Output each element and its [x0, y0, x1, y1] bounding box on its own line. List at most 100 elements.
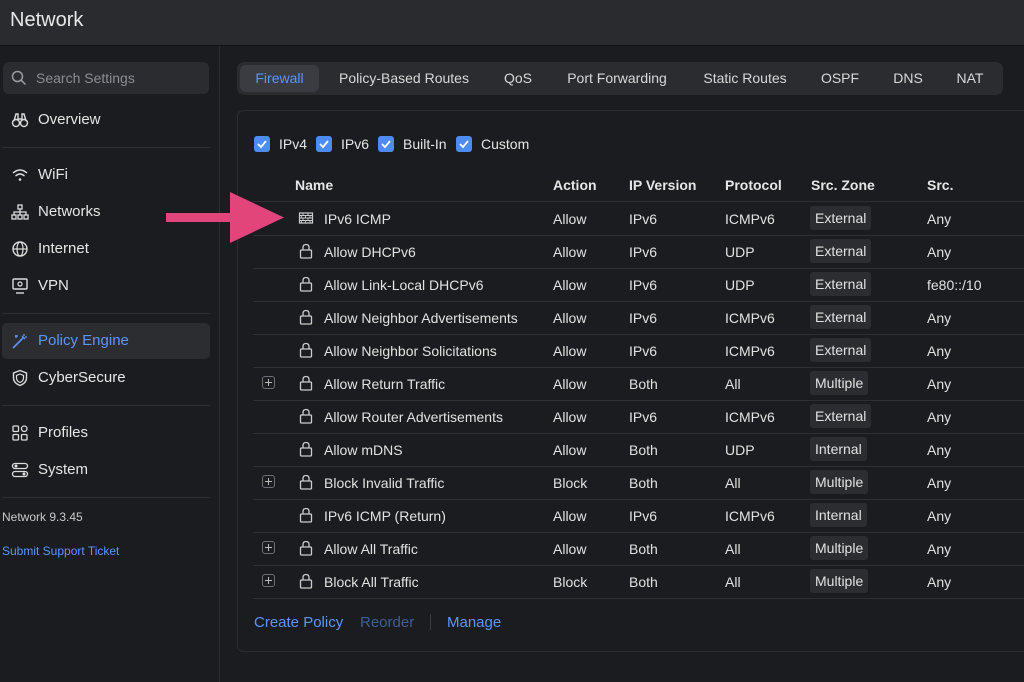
tab-ospf[interactable]: OSPF	[811, 62, 869, 95]
rule-protocol: All	[725, 376, 741, 392]
checkbox-checked[interactable]	[316, 136, 332, 152]
tab-nat[interactable]: NAT	[946, 62, 994, 95]
rule-src-zone-badge: Internal	[810, 437, 867, 461]
rule-src: Any	[927, 376, 952, 392]
rule-name: Allow Link-Local DHCPv6	[324, 277, 484, 293]
rule-src: Any	[927, 244, 952, 260]
column-header-ip-version[interactable]: IP Version	[629, 177, 696, 193]
tab-static-routes[interactable]: Static Routes	[693, 62, 797, 95]
expand-icon[interactable]	[262, 376, 275, 389]
column-header-protocol[interactable]: Protocol	[725, 177, 782, 193]
expand-icon[interactable]	[262, 541, 275, 554]
checkbox-checked[interactable]	[456, 136, 472, 152]
lock-icon	[299, 408, 313, 424]
rule-ip-version: IPv6	[629, 277, 658, 293]
filter-label: IPv6	[341, 136, 370, 152]
rule-src: Any	[927, 211, 952, 227]
lock-icon	[299, 276, 313, 292]
table-row[interactable]: Allow Router Advertisements Allow IPv6 ICMP…	[253, 400, 1024, 433]
tab-firewall[interactable]: Firewall	[240, 65, 319, 92]
firewall-icon	[298, 212, 314, 224]
expand-icon[interactable]	[262, 574, 275, 587]
sidebar-item-vpn[interactable]: VPN	[2, 268, 210, 304]
column-header-action[interactable]: Action	[553, 177, 597, 193]
sidebar-item-profiles[interactable]: Profiles	[2, 415, 210, 451]
manage-link[interactable]: Manage	[447, 614, 501, 631]
table-row[interactable]: Allow mDNS Allow Both UDP Internal Any	[253, 433, 1024, 466]
table-row[interactable]: Allow Neighbor Advertisements Allow IPv6 IC…	[253, 301, 1024, 334]
rule-action: Allow	[553, 310, 587, 326]
table-row[interactable]: Allow Link-Local DHCPv6 Allow IPv6 UDP Exter…	[253, 268, 1024, 301]
sidebar-item-policy-engine[interactable]: Policy Engine	[2, 323, 210, 359]
column-header-src-zone[interactable]: Src. Zone	[811, 177, 875, 193]
rule-ip-version: Both	[629, 442, 658, 458]
lock-icon	[299, 507, 313, 523]
tab-dns[interactable]: DNS	[884, 62, 932, 95]
rule-protocol: ICMPv6	[725, 343, 775, 359]
profiles-grid-icon	[12, 425, 28, 441]
rule-src: Any	[927, 343, 952, 359]
rule-action: Block	[553, 475, 588, 491]
reorder-link[interactable]: Reorder	[360, 614, 414, 631]
tab-qos[interactable]: QoS	[493, 62, 543, 95]
sidebar-item-label: System	[38, 461, 89, 478]
row-divider	[253, 598, 1024, 599]
globe-icon	[12, 241, 28, 257]
rule-ip-version: IPv6	[629, 343, 658, 359]
rule-src: Any	[927, 310, 952, 326]
sidebar-item-cybersecure[interactable]: CyberSecure	[2, 360, 210, 396]
wifi-icon	[12, 169, 28, 181]
column-header-name[interactable]: Name	[295, 177, 333, 193]
rule-protocol: All	[725, 475, 741, 491]
rule-name: Block All Traffic	[324, 574, 419, 590]
table-row[interactable]: Block All Traffic Block Both All Multiple Any	[253, 565, 1024, 598]
sidebar-item-system[interactable]: System	[2, 452, 210, 488]
table-row[interactable]: IPv6 ICMP (Return) Allow IPv6 ICMPv6 Interna…	[253, 499, 1024, 532]
rule-ip-version: IPv6	[629, 211, 658, 227]
rule-src: fe80::/10	[927, 277, 982, 293]
lock-icon	[299, 243, 313, 259]
rule-src: Any	[927, 475, 952, 491]
rule-name: IPv6 ICMP (Return)	[324, 508, 446, 524]
submit-support-ticket-link[interactable]: Submit Support Ticket	[2, 544, 119, 558]
table-row[interactable]: Allow DHCPv6 Allow IPv6 UDP External Any	[253, 235, 1024, 268]
sidebar-item-label: CyberSecure	[38, 369, 126, 386]
table-row[interactable]: Allow All Traffic Allow Both All Multiple Any	[253, 532, 1024, 565]
filter-label: Built-In	[403, 136, 447, 152]
rule-protocol: ICMPv6	[725, 310, 775, 326]
sidebar-divider	[2, 405, 210, 406]
checkbox-checked[interactable]	[254, 136, 270, 152]
rule-name: Allow Neighbor Solicitations	[324, 343, 497, 359]
sidebar-item-label: WiFi	[38, 166, 68, 183]
table-row[interactable]: IPv6 ICMP Allow IPv6 ICMPv6 External Any	[253, 202, 1024, 235]
sidebar-item-overview[interactable]: Overview	[2, 102, 210, 138]
rule-action: Allow	[553, 277, 587, 293]
sidebar-item-label: VPN	[38, 277, 69, 294]
rule-src-zone-badge: Multiple	[810, 470, 869, 494]
search-input[interactable]: Search Settings	[3, 62, 209, 94]
rule-ip-version: IPv6	[629, 409, 658, 425]
sidebar-item-wifi[interactable]: WiFi	[2, 157, 210, 193]
rule-protocol: UDP	[725, 442, 755, 458]
table-row[interactable]: Block Invalid Traffic Block Both All Multipl…	[253, 466, 1024, 499]
rule-action: Allow	[553, 244, 587, 260]
column-header-src[interactable]: Src.	[927, 177, 953, 193]
rule-name: Allow mDNS	[324, 442, 403, 458]
checkbox-checked[interactable]	[378, 136, 394, 152]
rule-src-zone-badge: External	[810, 305, 872, 329]
create-policy-link[interactable]: Create Policy	[254, 614, 343, 631]
table-row[interactable]: Allow Neighbor Solicitations Allow IPv6 ICM…	[253, 334, 1024, 367]
vpn-monitor-icon	[12, 278, 28, 294]
tab-policy-based-routes[interactable]: Policy-Based Routes	[325, 62, 483, 95]
rule-ip-version: Both	[629, 574, 658, 590]
table-row[interactable]: Allow Return Traffic Allow Both All Multiple…	[253, 367, 1024, 400]
rule-name: Allow DHCPv6	[324, 244, 416, 260]
title-bar: Network	[0, 0, 1024, 46]
sidebar-item-label: Overview	[38, 111, 101, 128]
rule-name: Block Invalid Traffic	[324, 475, 445, 491]
expand-icon[interactable]	[262, 475, 275, 488]
lock-icon	[299, 540, 313, 556]
tab-port-forwarding[interactable]: Port Forwarding	[557, 62, 677, 95]
rule-action: Allow	[553, 343, 587, 359]
sidebar-divider	[2, 147, 210, 148]
